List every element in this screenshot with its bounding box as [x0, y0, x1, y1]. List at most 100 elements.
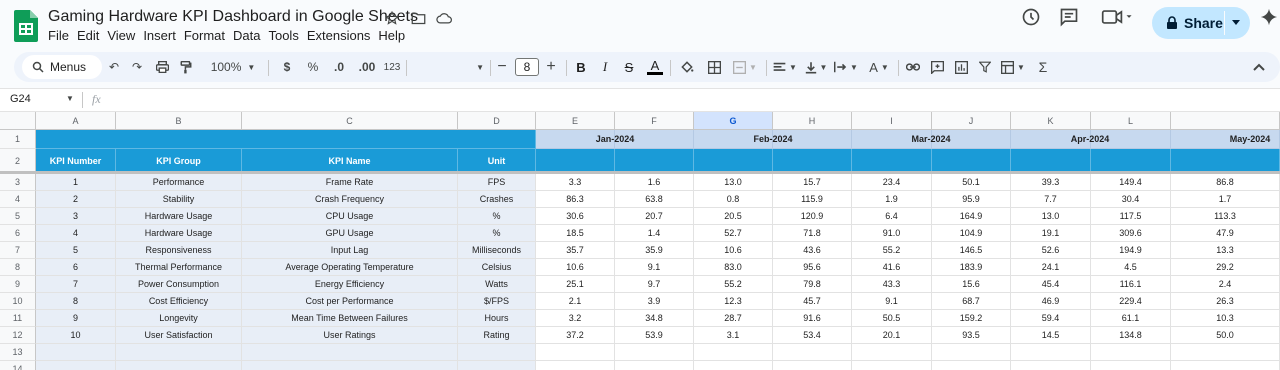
kpi-number-cell[interactable]: 10 — [36, 327, 116, 344]
empty-cell[interactable] — [36, 344, 116, 361]
value-cell[interactable]: 91.0 — [852, 225, 932, 242]
value-cell[interactable]: 39.3 — [1011, 174, 1091, 191]
value-cell[interactable]: 1.9 — [852, 191, 932, 208]
value-cell[interactable]: 15.7 — [773, 174, 852, 191]
unit-cell[interactable]: Rating — [458, 327, 536, 344]
empty-cell[interactable] — [1011, 344, 1091, 361]
empty-cell[interactable] — [932, 344, 1011, 361]
kpi-number-cell[interactable]: 7 — [36, 276, 116, 293]
value-cell[interactable]: 63.8 — [615, 191, 694, 208]
kpi-name-cell[interactable]: Cost per Performance — [242, 293, 458, 310]
value-cell[interactable]: 30.4 — [1091, 191, 1171, 208]
column-header-k[interactable]: K — [1011, 112, 1091, 130]
value-cell-overflow[interactable] — [1250, 242, 1280, 259]
value-cell[interactable]: 34.8 — [615, 310, 694, 327]
empty-cell[interactable] — [694, 344, 773, 361]
insert-link-icon[interactable] — [902, 52, 924, 82]
empty-cell[interactable] — [852, 361, 932, 370]
kpi-group-cell[interactable]: Performance — [116, 174, 242, 191]
kpi-number-cell[interactable]: 1 — [36, 174, 116, 191]
value-cell[interactable]: 3.3 — [536, 174, 615, 191]
kpi-number-cell[interactable]: 3 — [36, 208, 116, 225]
kpi-number-cell[interactable]: 8 — [36, 293, 116, 310]
value-cell[interactable]: 41.6 — [852, 259, 932, 276]
collapse-toolbar-icon[interactable] — [1248, 52, 1270, 82]
kpi-name-cell[interactable]: Frame Rate — [242, 174, 458, 191]
column-header-c[interactable]: C — [242, 112, 458, 130]
row-header-1[interactable]: 1 — [0, 130, 36, 149]
unit-cell[interactable]: FPS — [458, 174, 536, 191]
name-box[interactable]: G24 — [10, 93, 31, 105]
kpi-group-cell[interactable]: Stability — [116, 191, 242, 208]
value-cell[interactable]: 1.4 — [615, 225, 694, 242]
formula-input[interactable] — [112, 91, 1272, 108]
unit-cell[interactable]: % — [458, 208, 536, 225]
paint-format-icon[interactable] — [176, 52, 196, 82]
value-cell[interactable]: 86.3 — [536, 191, 615, 208]
row-header-11[interactable]: 11 — [0, 310, 36, 327]
kpi-name-cell[interactable]: Average Operating Temperature — [242, 259, 458, 276]
unit-cell[interactable]: Crashes — [458, 191, 536, 208]
value-cell[interactable]: 3.1 — [694, 327, 773, 344]
column-header-i[interactable]: I — [852, 112, 932, 130]
value-cell[interactable]: 59.4 — [1011, 310, 1091, 327]
menu-extensions[interactable]: Extensions — [307, 28, 377, 43]
empty-cell[interactable] — [615, 344, 694, 361]
value-cell[interactable]: 309.6 — [1091, 225, 1171, 242]
value-cell[interactable]: 20.7 — [615, 208, 694, 225]
insert-chart-icon[interactable] — [950, 52, 972, 82]
value-cell[interactable]: 53.4 — [773, 327, 852, 344]
value-cell-overflow[interactable] — [1250, 310, 1280, 327]
empty-cell[interactable] — [1091, 344, 1171, 361]
row-header-9[interactable]: 9 — [0, 276, 36, 293]
share-button[interactable]: Share — [1152, 7, 1250, 39]
value-cell[interactable]: 93.5 — [932, 327, 1011, 344]
empty-cell[interactable] — [773, 361, 852, 370]
value-cell[interactable]: 37.2 — [536, 327, 615, 344]
column-header-d[interactable]: D — [458, 112, 536, 130]
select-all-corner[interactable] — [0, 112, 36, 130]
filter-icon[interactable] — [974, 52, 996, 82]
text-color-button[interactable]: A — [644, 52, 666, 82]
value-cell[interactable]: 24.1 — [1011, 259, 1091, 276]
menus-search[interactable]: Menus — [22, 55, 102, 79]
kpi-name-cell[interactable]: Input Lag — [242, 242, 458, 259]
value-cell[interactable]: 1.6 — [615, 174, 694, 191]
value-cell[interactable]: 194.9 — [1091, 242, 1171, 259]
value-cell[interactable]: 134.8 — [1091, 327, 1171, 344]
value-cell[interactable]: 14.5 — [1011, 327, 1091, 344]
cloud-saved-icon[interactable] — [436, 10, 452, 26]
value-cell[interactable]: 104.9 — [932, 225, 1011, 242]
column-header-overflow[interactable] — [1171, 112, 1280, 130]
value-cell[interactable]: 71.8 — [773, 225, 852, 242]
move-folder-icon[interactable] — [410, 10, 426, 26]
value-cell[interactable]: 68.7 — [932, 293, 1011, 310]
empty-cell[interactable] — [536, 344, 615, 361]
row-header-4[interactable]: 4 — [0, 191, 36, 208]
value-cell[interactable]: 116.1 — [1091, 276, 1171, 293]
undo-icon[interactable]: ↶ — [104, 52, 124, 82]
value-cell[interactable]: 95.9 — [932, 191, 1011, 208]
menu-view[interactable]: View — [107, 28, 141, 43]
value-cell[interactable]: 2.1 — [536, 293, 615, 310]
kpi-group-cell[interactable]: Hardware Usage — [116, 225, 242, 242]
fill-color-icon[interactable] — [676, 52, 698, 82]
value-cell[interactable]: 50.5 — [852, 310, 932, 327]
column-header-h[interactable]: H — [773, 112, 852, 130]
column-header-j[interactable]: J — [932, 112, 1011, 130]
value-cell-overflow[interactable] — [1250, 327, 1280, 344]
value-cell[interactable]: 13.0 — [1011, 208, 1091, 225]
value-cell[interactable]: 15.6 — [932, 276, 1011, 293]
value-cell[interactable]: 159.2 — [932, 310, 1011, 327]
font-family-select[interactable]: ▼ — [412, 52, 484, 82]
value-cell-overflow[interactable] — [1250, 208, 1280, 225]
value-cell[interactable]: 146.5 — [932, 242, 1011, 259]
print-icon[interactable] — [152, 52, 172, 82]
unit-cell[interactable]: Hours — [458, 310, 536, 327]
value-cell[interactable]: 43.3 — [852, 276, 932, 293]
kpi-group-cell[interactable]: Responsiveness — [116, 242, 242, 259]
row-header-7[interactable]: 7 — [0, 242, 36, 259]
value-cell-overflow[interactable] — [1250, 293, 1280, 310]
unit-cell[interactable]: Milliseconds — [458, 242, 536, 259]
empty-cell[interactable] — [458, 361, 536, 370]
